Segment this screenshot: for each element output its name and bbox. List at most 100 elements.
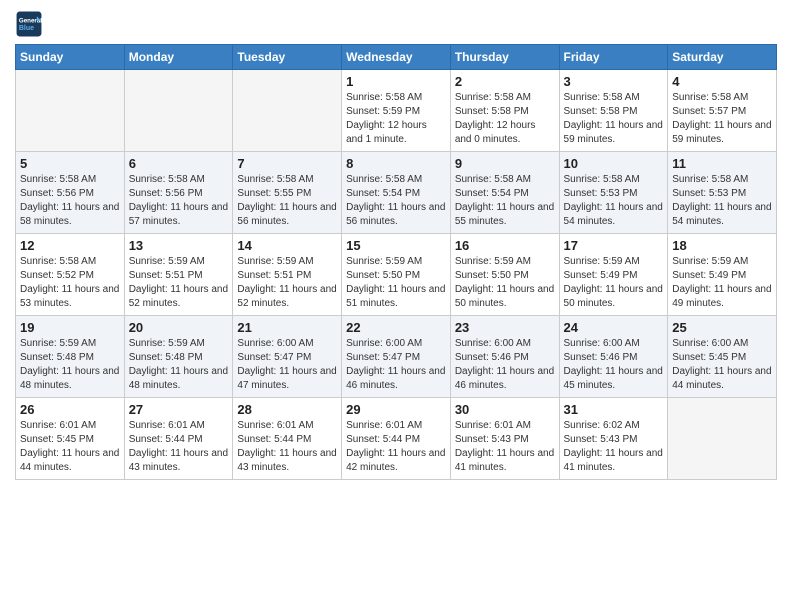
calendar-cell: 19Sunrise: 5:59 AMSunset: 5:48 PMDayligh… [16,316,125,398]
calendar-cell [124,70,233,152]
calendar-cell: 29 Sunrise: 6:01 AMSunset: 5:44 PMDayligh… [342,398,451,480]
day-info: Sunrise: 6:01 AMSunset: 5:44 PMDaylight:… [346,419,446,475]
header-day-friday: Friday [559,45,668,70]
calendar-cell: 30Sunrise: 6:01 AMSunset: 5:43 PMDayligh… [450,398,559,480]
day-number: 27 [129,402,229,417]
day-info: Sunrise: 5:58 AMSunset: 5:57 PMDaylight:… [672,91,772,147]
calendar-cell: 28Sunrise: 6:01 AMSunset: 5:44 PMDayligh… [233,398,342,480]
calendar-cell: 23Sunrise: 6:00 AMSunset: 5:46 PMDayligh… [450,316,559,398]
calendar-cell: 25Sunrise: 6:00 AMSunset: 5:45 PMDayligh… [668,316,777,398]
calendar-cell: 14Sunrise: 5:59 AMSunset: 5:51 PMDayligh… [233,234,342,316]
calendar-cell [668,398,777,480]
day-number: 17 [564,238,664,253]
day-info: Sunrise: 5:59 AMSunset: 5:49 PMDaylight:… [672,255,772,311]
day-number: 1 [346,74,446,89]
calendar-cell: 1 Sunrise: 5:58 AMSunset: 5:59 PMDaylight… [342,70,451,152]
calendar-cell: 20 Sunrise: 5:59 AMSunset: 5:48 PMDayligh… [124,316,233,398]
day-number: 3 [564,74,664,89]
calendar-cell: 15 Sunrise: 5:59 AMSunset: 5:50 PMDayligh… [342,234,451,316]
day-number: 6 [129,156,229,171]
calendar-cell [16,70,125,152]
day-info: Sunrise: 5:59 AMSunset: 5:48 PMDaylight:… [20,337,120,393]
calendar-cell: 12 Sunrise: 5:58 AMSunset: 5:52 PMDayligh… [16,234,125,316]
header-day-saturday: Saturday [668,45,777,70]
day-number: 10 [564,156,664,171]
day-info: Sunrise: 5:59 AMSunset: 5:50 PMDaylight:… [346,255,446,311]
day-number: 7 [237,156,337,171]
calendar-cell: 22 Sunrise: 6:00 AMSunset: 5:47 PMDayligh… [342,316,451,398]
week-row-3: 12 Sunrise: 5:58 AMSunset: 5:52 PMDayligh… [16,234,777,316]
day-number: 23 [455,320,555,335]
calendar-cell: 11Sunrise: 5:58 AMSunset: 5:53 PMDayligh… [668,152,777,234]
day-number: 16 [455,238,555,253]
day-number: 22 [346,320,446,335]
day-number: 20 [129,320,229,335]
day-info: Sunrise: 6:02 AMSunset: 5:43 PMDaylight:… [564,419,664,475]
svg-text:Blue: Blue [19,25,34,32]
calendar-cell: 6 Sunrise: 5:58 AMSunset: 5:56 PMDaylight… [124,152,233,234]
day-info: Sunrise: 6:00 AMSunset: 5:45 PMDaylight:… [672,337,772,393]
day-number: 18 [672,238,772,253]
day-number: 24 [564,320,664,335]
day-number: 13 [129,238,229,253]
calendar-cell: 17 Sunrise: 5:59 AMSunset: 5:49 PMDayligh… [559,234,668,316]
day-info: Sunrise: 5:58 AMSunset: 5:59 PMDaylight:… [346,91,446,147]
week-row-1: 1 Sunrise: 5:58 AMSunset: 5:59 PMDaylight… [16,70,777,152]
calendar-cell: 4Sunrise: 5:58 AMSunset: 5:57 PMDaylight… [668,70,777,152]
calendar-cell: 10Sunrise: 5:58 AMSunset: 5:53 PMDayligh… [559,152,668,234]
day-info: Sunrise: 6:01 AMSunset: 5:44 PMDaylight:… [129,419,229,475]
header-day-tuesday: Tuesday [233,45,342,70]
header: General Blue [15,10,777,38]
calendar-cell: 2 Sunrise: 5:58 AMSunset: 5:58 PMDaylight… [450,70,559,152]
header-day-wednesday: Wednesday [342,45,451,70]
day-info: Sunrise: 5:58 AMSunset: 5:52 PMDaylight:… [20,255,120,311]
week-row-5: 26 Sunrise: 6:01 AMSunset: 5:45 PMDayligh… [16,398,777,480]
days-header-row: SundayMondayTuesdayWednesdayThursdayFrid… [16,45,777,70]
calendar-cell: 24 Sunrise: 6:00 AMSunset: 5:46 PMDayligh… [559,316,668,398]
day-info: Sunrise: 6:01 AMSunset: 5:45 PMDaylight:… [20,419,120,475]
day-info: Sunrise: 5:59 AMSunset: 5:48 PMDaylight:… [129,337,229,393]
day-info: Sunrise: 5:59 AMSunset: 5:50 PMDaylight:… [455,255,555,311]
calendar-cell: 16 Sunrise: 5:59 AMSunset: 5:50 PMDayligh… [450,234,559,316]
header-day-monday: Monday [124,45,233,70]
week-row-2: 5 Sunrise: 5:58 AMSunset: 5:56 PMDaylight… [16,152,777,234]
page: General Blue SundayMondayTuesdayWednesda… [0,0,792,612]
day-number: 29 [346,402,446,417]
calendar-table: SundayMondayTuesdayWednesdayThursdayFrid… [15,44,777,480]
calendar-cell: 8 Sunrise: 5:58 AMSunset: 5:54 PMDaylight… [342,152,451,234]
day-number: 2 [455,74,555,89]
day-number: 5 [20,156,120,171]
day-info: Sunrise: 6:01 AMSunset: 5:44 PMDaylight:… [237,419,337,475]
calendar-cell: 27 Sunrise: 6:01 AMSunset: 5:44 PMDayligh… [124,398,233,480]
day-info: Sunrise: 6:00 AMSunset: 5:46 PMDaylight:… [564,337,664,393]
calendar-cell: 13 Sunrise: 5:59 AMSunset: 5:51 PMDayligh… [124,234,233,316]
day-info: Sunrise: 5:58 AMSunset: 5:54 PMDaylight:… [455,173,555,229]
day-info: Sunrise: 6:00 AMSunset: 5:47 PMDaylight:… [346,337,446,393]
calendar-cell: 21 Sunrise: 6:00 AMSunset: 5:47 PMDayligh… [233,316,342,398]
calendar-cell: 31 Sunrise: 6:02 AMSunset: 5:43 PMDayligh… [559,398,668,480]
day-info: Sunrise: 5:58 AMSunset: 5:56 PMDaylight:… [129,173,229,229]
day-info: Sunrise: 5:59 AMSunset: 5:51 PMDaylight:… [129,255,229,311]
day-info: Sunrise: 5:59 AMSunset: 5:49 PMDaylight:… [564,255,664,311]
day-info: Sunrise: 5:58 AMSunset: 5:54 PMDaylight:… [346,173,446,229]
day-info: Sunrise: 5:59 AMSunset: 5:51 PMDaylight:… [237,255,337,311]
header-day-thursday: Thursday [450,45,559,70]
day-number: 31 [564,402,664,417]
day-info: Sunrise: 5:58 AMSunset: 5:58 PMDaylight:… [564,91,664,147]
day-number: 9 [455,156,555,171]
day-number: 15 [346,238,446,253]
day-info: Sunrise: 5:58 AMSunset: 5:56 PMDaylight:… [20,173,120,229]
day-number: 8 [346,156,446,171]
week-row-4: 19Sunrise: 5:59 AMSunset: 5:48 PMDayligh… [16,316,777,398]
calendar-cell [233,70,342,152]
day-number: 26 [20,402,120,417]
day-info: Sunrise: 6:00 AMSunset: 5:47 PMDaylight:… [237,337,337,393]
calendar-cell: 3 Sunrise: 5:58 AMSunset: 5:58 PMDaylight… [559,70,668,152]
day-number: 21 [237,320,337,335]
day-info: Sunrise: 5:58 AMSunset: 5:53 PMDaylight:… [672,173,772,229]
calendar-cell: 5 Sunrise: 5:58 AMSunset: 5:56 PMDaylight… [16,152,125,234]
day-info: Sunrise: 6:01 AMSunset: 5:43 PMDaylight:… [455,419,555,475]
day-number: 12 [20,238,120,253]
calendar-cell: 18 Sunrise: 5:59 AMSunset: 5:49 PMDayligh… [668,234,777,316]
day-info: Sunrise: 5:58 AMSunset: 5:58 PMDaylight:… [455,91,555,147]
